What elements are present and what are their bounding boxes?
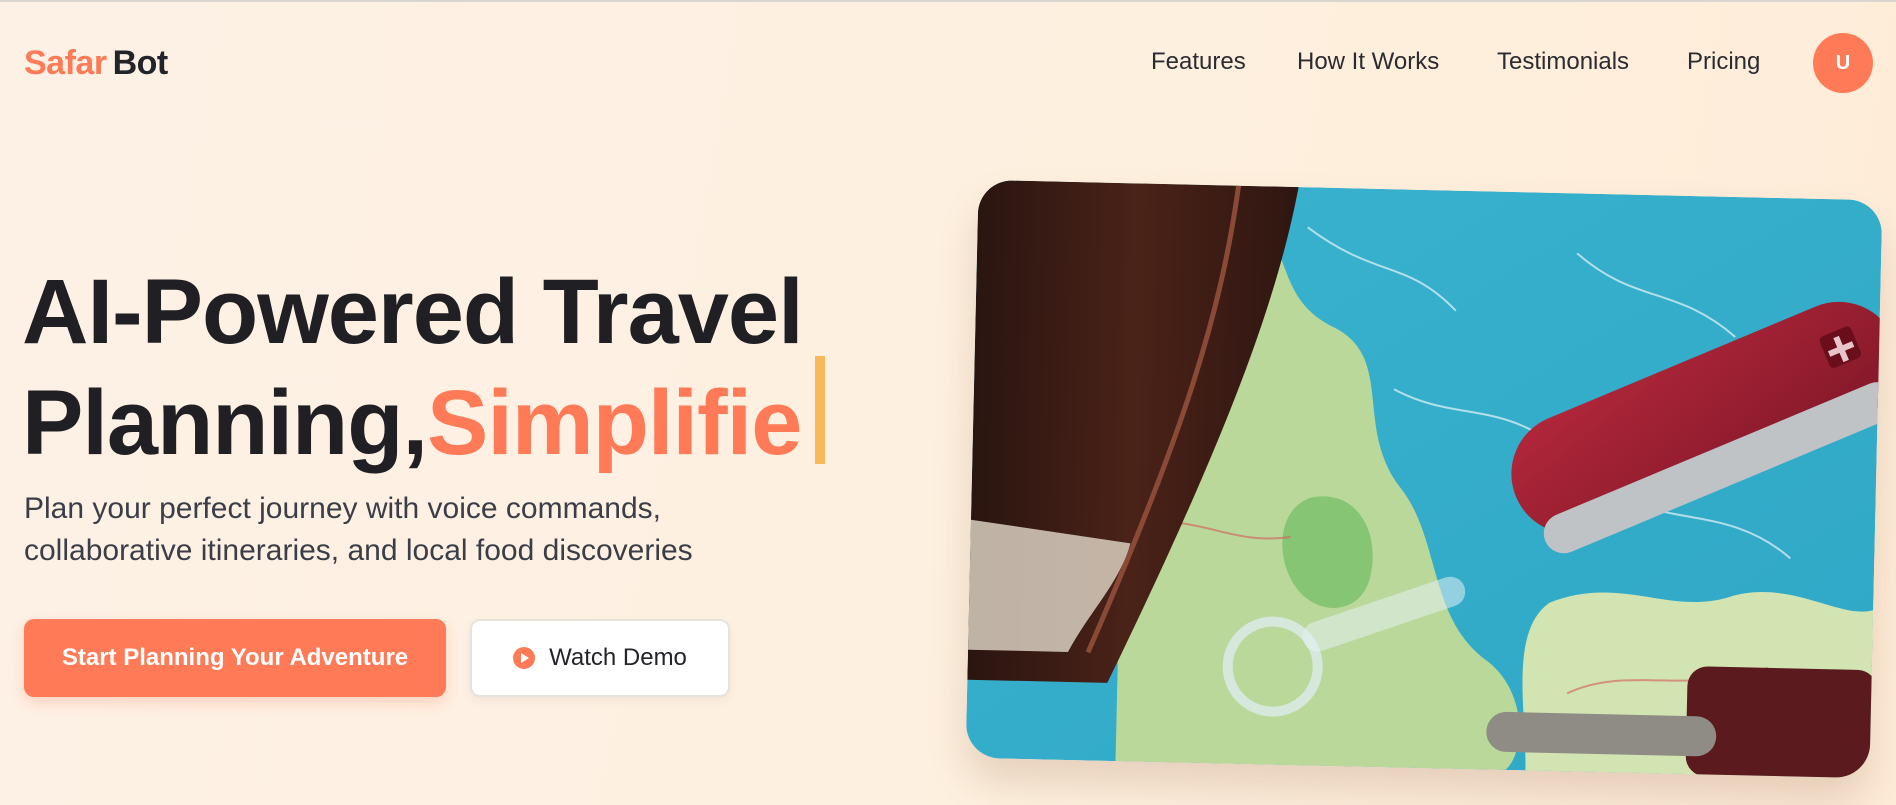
play-circle-icon [513, 647, 536, 669]
nav-how-it-works[interactable]: How It Works [1297, 48, 1439, 76]
watch-demo-button[interactable]: Watch Demo [470, 619, 730, 697]
logo[interactable]: Safar Bot [24, 44, 168, 83]
hero-subtitle: Plan your perfect journey with voice com… [24, 488, 924, 572]
user-avatar[interactable]: U [1813, 33, 1873, 93]
logo-part-safar: Safar [24, 44, 107, 82]
hero-title: AI-Powered Travel Planning,Simplifie [22, 261, 922, 469]
hero-subtitle-line1: Plan your perfect journey with voice com… [24, 492, 661, 525]
watch-demo-label: Watch Demo [549, 644, 687, 671]
hero-subtitle-line2: collaborative itineraries, and local foo… [24, 534, 693, 567]
nav-testimonials[interactable]: Testimonials [1497, 48, 1629, 76]
hero-title-dark: Planning, [22, 372, 428, 474]
nav-features[interactable]: Features [1151, 48, 1246, 76]
site-header: Safar Bot Features How It Works Testimoni… [0, 0, 1896, 124]
hero-title-line1: AI-Powered Travel [22, 261, 804, 363]
typing-caret [815, 356, 826, 464]
nav-pricing[interactable]: Pricing [1687, 48, 1760, 76]
hero-title-accent: Simplifie [427, 372, 802, 474]
hero-image [965, 179, 1883, 779]
start-planning-button[interactable]: Start Planning Your Adventure [24, 619, 446, 697]
hero-title-line2: Planning,Simplifie [22, 356, 922, 469]
logo-part-bot: Bot [112, 44, 169, 82]
